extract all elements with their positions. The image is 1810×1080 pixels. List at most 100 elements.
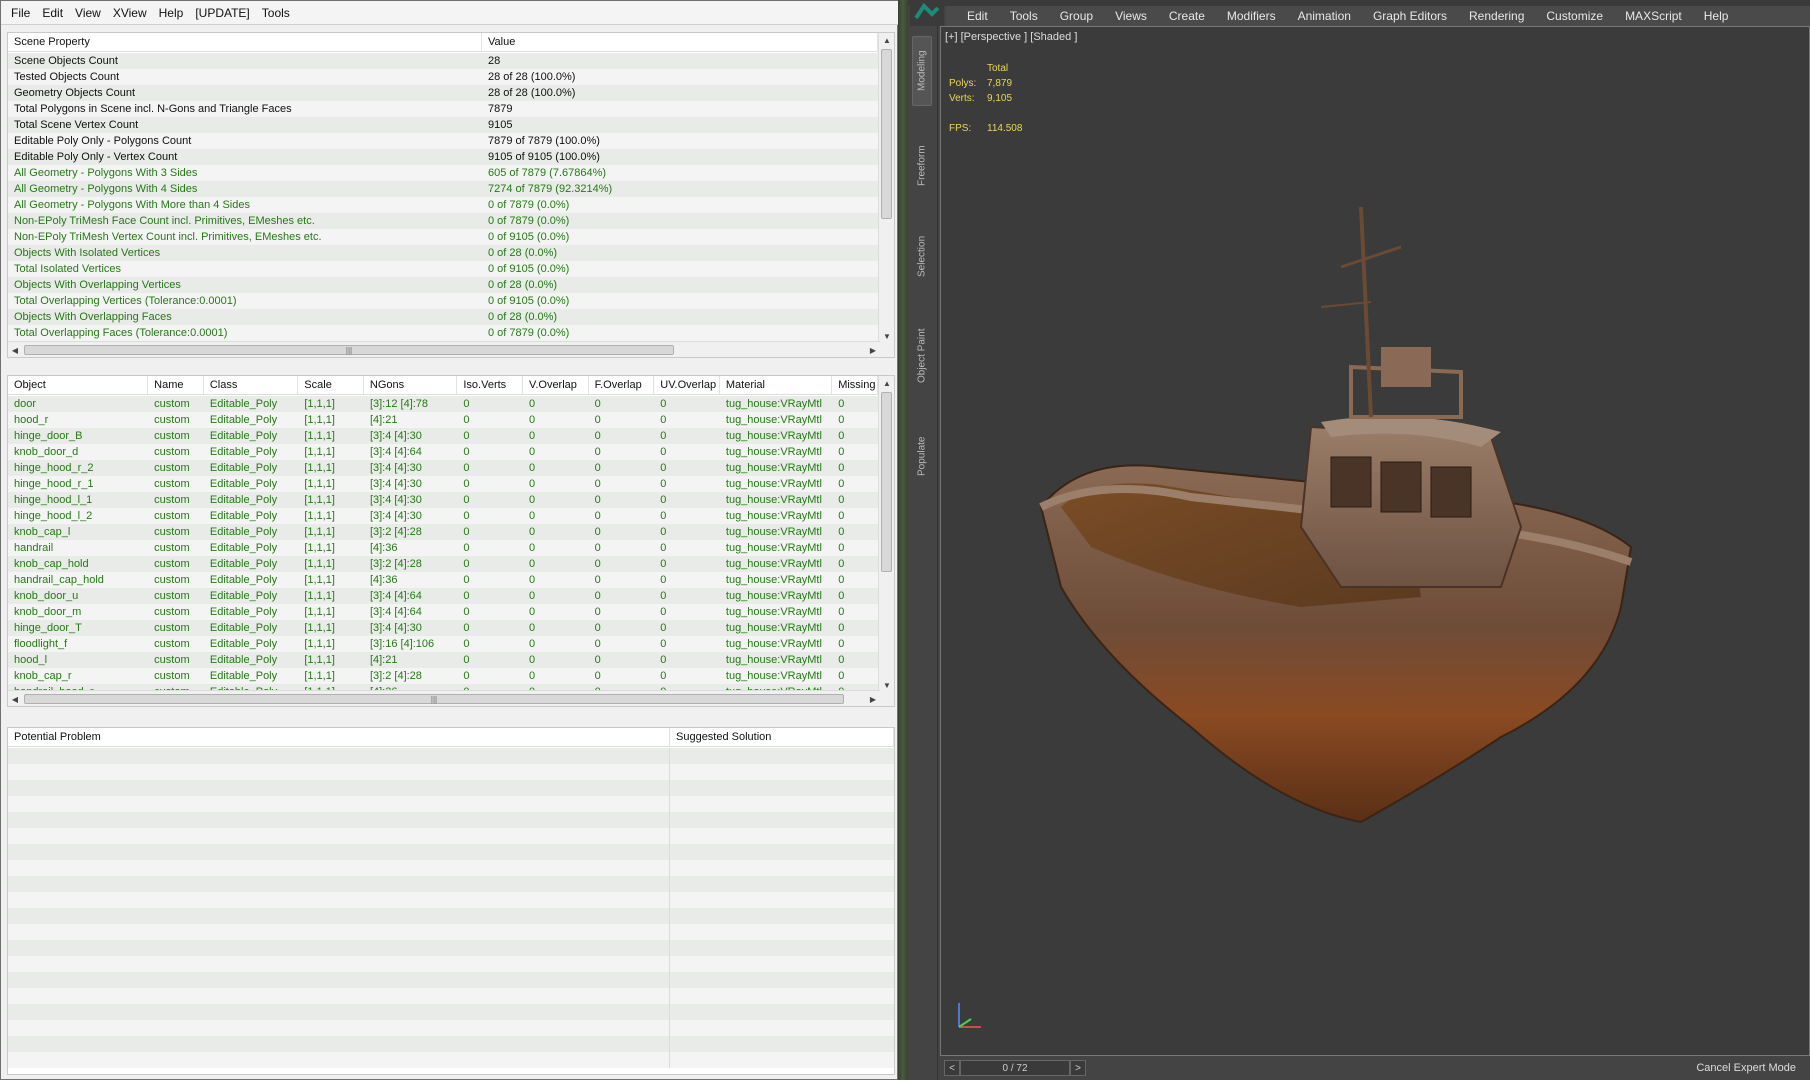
stats-row[interactable]: Objects With Overlapping Vertices 0 of 28… bbox=[8, 277, 878, 293]
col-object[interactable]: Object bbox=[8, 376, 149, 394]
table-row[interactable]: handrail_cap_hold custom Editable_Poly [1,1… bbox=[8, 572, 878, 588]
col-class[interactable]: Class bbox=[204, 376, 299, 394]
stats-row[interactable]: Total Scene Vertex Count 9105 bbox=[8, 117, 878, 133]
col-name[interactable]: Name bbox=[148, 376, 204, 394]
stats-row[interactable]: Non-EPoly TriMesh Vertex Count incl. Pri… bbox=[8, 229, 878, 245]
table-row[interactable]: knob_cap_r custom Editable_Poly [1,1,1] [3]:… bbox=[8, 668, 878, 684]
max-menu-customize[interactable]: Customize bbox=[1535, 9, 1614, 23]
stats-row[interactable]: Total Overlapping Faces (Tolerance:0.000… bbox=[8, 325, 878, 341]
table-row[interactable]: floodlight_f custom Editable_Poly [1,1,1] [3… bbox=[8, 636, 878, 652]
table-row[interactable]: knob_door_u custom Editable_Poly [1,1,1] [3]… bbox=[8, 588, 878, 604]
tab-modeling[interactable]: Modeling bbox=[912, 36, 932, 106]
tab-freeform[interactable]: Freeform bbox=[912, 126, 932, 206]
col-value[interactable]: Value bbox=[482, 33, 878, 51]
col-suggested-solution[interactable]: Suggested Solution bbox=[670, 728, 894, 746]
stats-row[interactable]: All Geometry - Polygons With 4 Sides 7274… bbox=[8, 181, 878, 197]
time-slider[interactable]: 0 / 72 bbox=[960, 1060, 1070, 1076]
col-uvoverlap[interactable]: UV.Overlap bbox=[654, 376, 720, 394]
col-potential-problem[interactable]: Potential Problem bbox=[8, 728, 670, 746]
max-menu-tools[interactable]: Tools bbox=[999, 9, 1049, 23]
menu-edit[interactable]: Edit bbox=[36, 6, 69, 20]
col-voverlap[interactable]: V.Overlap bbox=[523, 376, 589, 394]
menu-xview[interactable]: XView bbox=[107, 6, 153, 20]
table-row[interactable]: door custom Editable_Poly [1,1,1] [3]:12 [4]… bbox=[8, 396, 878, 412]
cell-ngons: [3]:16 [4]:106 bbox=[369, 638, 435, 650]
scroll-thumb[interactable] bbox=[881, 392, 892, 572]
stats-row[interactable]: All Geometry - Polygons With 3 Sides 605 … bbox=[8, 165, 878, 181]
stats-row[interactable]: Total Polygons in Scene incl. N-Gons and… bbox=[8, 101, 878, 117]
scroll-thumb[interactable] bbox=[881, 49, 892, 219]
table-row[interactable]: knob_door_d custom Editable_Poly [1,1,1] [3]… bbox=[8, 444, 878, 460]
scroll-left-icon[interactable]: ◀ bbox=[8, 342, 22, 357]
table-row[interactable]: knob_cap_l custom Editable_Poly [1,1,1] [3]:… bbox=[8, 524, 878, 540]
max-menu-maxscript[interactable]: MAXScript bbox=[1614, 9, 1693, 23]
stats-row[interactable]: All Geometry - Polygons With More than 4… bbox=[8, 197, 878, 213]
objects-vscroll[interactable]: ▲ ▼ bbox=[878, 376, 894, 706]
col-foverlap[interactable]: F.Overlap bbox=[589, 376, 655, 394]
max-menu-views[interactable]: Views bbox=[1104, 9, 1158, 23]
menu-update[interactable]: [UPDATE] bbox=[189, 6, 255, 20]
col-scale[interactable]: Scale bbox=[298, 376, 364, 394]
col-ngons[interactable]: NGons bbox=[364, 376, 458, 394]
scene-stats-hscroll[interactable]: ◀ ||| ▶ bbox=[8, 341, 880, 357]
menu-file[interactable]: File bbox=[5, 6, 36, 20]
col-material[interactable]: Material bbox=[720, 376, 833, 394]
max-menu-rendering[interactable]: Rendering bbox=[1458, 9, 1535, 23]
col-missing[interactable]: Missing bbox=[832, 376, 878, 394]
table-row[interactable]: hinge_hood_r_1 custom Editable_Poly [1,1,1]… bbox=[8, 476, 878, 492]
tab-objectpaint[interactable]: Object Paint bbox=[912, 306, 932, 406]
cell-isoverts: 0 bbox=[463, 414, 470, 426]
table-row[interactable]: hinge_hood_l_2 custom Editable_Poly [1,1,1]… bbox=[8, 508, 878, 524]
max-menu-edit[interactable]: Edit bbox=[956, 9, 999, 23]
menu-help[interactable]: Help bbox=[153, 6, 190, 20]
max-logo-icon[interactable] bbox=[910, 0, 944, 26]
col-isoverts[interactable]: Iso.Verts bbox=[457, 376, 523, 394]
scroll-down-icon[interactable]: ▼ bbox=[879, 678, 894, 692]
tab-populate[interactable]: Populate bbox=[912, 421, 932, 491]
scroll-up-icon[interactable]: ▲ bbox=[879, 33, 894, 47]
table-row[interactable]: hinge_hood_l_1 custom Editable_Poly [1,1,1]… bbox=[8, 492, 878, 508]
prev-frame-icon[interactable]: < bbox=[944, 1060, 960, 1076]
max-menu-group[interactable]: Group bbox=[1049, 9, 1104, 23]
stats-row[interactable]: Geometry Objects Count 28 of 28 (100.0%) bbox=[8, 85, 878, 101]
stats-row[interactable]: Total Isolated Vertices 0 of 9105 (0.0%) bbox=[8, 261, 878, 277]
table-row[interactable]: hinge_door_B custom Editable_Poly [1,1,1] [3… bbox=[8, 428, 878, 444]
max-menu-animation[interactable]: Animation bbox=[1287, 9, 1362, 23]
stats-row[interactable]: Total Overlapping Vertices (Tolerance:0.… bbox=[8, 293, 878, 309]
perspective-viewport[interactable]: [+] [Perspective ] [Shaded ] Total Polys… bbox=[940, 26, 1810, 1056]
menu-tools[interactable]: Tools bbox=[256, 6, 296, 20]
table-row[interactable]: handrail custom Editable_Poly [1,1,1] [4]:36… bbox=[8, 540, 878, 556]
stats-value: 7879 bbox=[488, 103, 513, 115]
stats-row[interactable]: Scene Objects Count 28 bbox=[8, 53, 878, 69]
stats-row[interactable]: Editable Poly Only - Polygons Count 7879 … bbox=[8, 133, 878, 149]
tab-selection[interactable]: Selection bbox=[912, 216, 932, 296]
max-menu-create[interactable]: Create bbox=[1158, 9, 1216, 23]
max-menu-help[interactable]: Help bbox=[1693, 9, 1740, 23]
stats-row[interactable]: Tested Objects Count 28 of 28 (100.0%) bbox=[8, 69, 878, 85]
stats-row[interactable]: Editable Poly Only - Vertex Count 9105 of… bbox=[8, 149, 878, 165]
objects-hscroll[interactable]: ◀ ||| ▶ bbox=[8, 690, 880, 706]
scroll-up-icon[interactable]: ▲ bbox=[879, 376, 894, 390]
scroll-thumb[interactable]: ||| bbox=[24, 345, 674, 355]
next-frame-icon[interactable]: > bbox=[1070, 1060, 1086, 1076]
scroll-right-icon[interactable]: ▶ bbox=[866, 342, 880, 357]
cancel-expert-mode-button[interactable]: Cancel Expert Mode bbox=[1690, 1060, 1802, 1076]
scroll-left-icon[interactable]: ◀ bbox=[8, 691, 22, 706]
table-row[interactable]: knob_cap_hold custom Editable_Poly [1,1,1] [… bbox=[8, 556, 878, 572]
stats-row[interactable]: Non-EPoly TriMesh Face Count incl. Primi… bbox=[8, 213, 878, 229]
max-menu-modifiers[interactable]: Modifiers bbox=[1216, 9, 1287, 23]
stats-row[interactable]: Objects With Overlapping Faces 0 of 28 (0… bbox=[8, 309, 878, 325]
scroll-thumb[interactable]: ||| bbox=[24, 694, 844, 704]
col-scene-property[interactable]: Scene Property bbox=[8, 33, 482, 51]
menu-view[interactable]: View bbox=[69, 6, 107, 20]
table-row[interactable]: knob_door_m custom Editable_Poly [1,1,1] [3]… bbox=[8, 604, 878, 620]
table-row[interactable]: hinge_hood_r_2 custom Editable_Poly [1,1,1]… bbox=[8, 460, 878, 476]
scroll-right-icon[interactable]: ▶ bbox=[866, 691, 880, 706]
max-menu-grapheditors[interactable]: Graph Editors bbox=[1362, 9, 1458, 23]
stats-row[interactable]: Objects With Isolated Vertices 0 of 28 (0… bbox=[8, 245, 878, 261]
scene-stats-vscroll[interactable]: ▲ ▼ bbox=[878, 33, 894, 357]
table-row[interactable]: hood_l custom Editable_Poly [1,1,1] [4]:21 0 0… bbox=[8, 652, 878, 668]
table-row[interactable]: hood_r custom Editable_Poly [1,1,1] [4]:21 0 0… bbox=[8, 412, 878, 428]
scroll-down-icon[interactable]: ▼ bbox=[879, 329, 894, 343]
table-row[interactable]: hinge_door_T custom Editable_Poly [1,1,1] [3… bbox=[8, 620, 878, 636]
